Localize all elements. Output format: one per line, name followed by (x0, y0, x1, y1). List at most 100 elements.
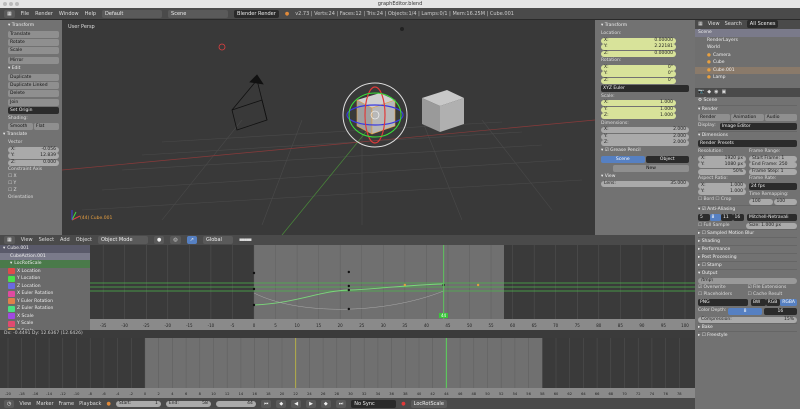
menu-add[interactable]: Add (60, 237, 70, 243)
menu-render[interactable]: Render (35, 11, 53, 17)
vector-y-field[interactable]: Y: 12.839 (8, 153, 59, 159)
compression-slider[interactable]: Compression: 15% (698, 316, 797, 323)
dimensions-z-field[interactable]: Z: 2.000 (601, 140, 689, 146)
translate-button[interactable]: Translate (8, 31, 59, 38)
duplicate-linked-button[interactable]: Duplicate Linked (8, 82, 59, 89)
panel-output[interactable]: ▾ Output (698, 269, 797, 277)
menu-view[interactable]: View (19, 401, 31, 407)
menu-select[interactable]: Select (39, 237, 54, 243)
record-button[interactable]: ● (401, 401, 405, 407)
outliner-tab-search[interactable]: Search (725, 20, 742, 29)
current-frame-indicator[interactable]: 44 (439, 313, 449, 318)
current-frame-field[interactable]: 44 (215, 400, 256, 407)
resolution-y-field[interactable]: Y: 1080 px (698, 162, 746, 168)
set-origin-dropdown[interactable]: Set Origin (8, 107, 59, 114)
location-y-field[interactable]: Y: 2.22181 (601, 44, 676, 50)
end-frame-field[interactable]: End Frame: 250 (749, 162, 797, 168)
audio-button[interactable]: Audio (764, 114, 797, 121)
menu-help[interactable]: Help (85, 11, 96, 17)
pivot-dropdown[interactable]: ◎ (170, 236, 181, 244)
border-checkbox[interactable]: ☐ Bord ☐ Crop (698, 196, 746, 203)
outliner-item-world[interactable]: World (695, 44, 800, 52)
next-keyframe-button[interactable]: ◆ (320, 399, 331, 408)
render-presets-dropdown[interactable]: Render Presets (698, 140, 797, 147)
location-x-field[interactable]: X: 0.00000 (601, 37, 676, 44)
sync-dropdown[interactable]: No Sync (351, 399, 397, 408)
panel-render[interactable]: ▾ Render (698, 105, 797, 113)
3d-viewport[interactable]: User Persp (44) Cube.001 (62, 20, 595, 235)
menu-object[interactable]: Object (76, 237, 92, 243)
panel-bake[interactable]: ▸ Bake (698, 323, 797, 331)
rotation-mode-dropdown[interactable]: XYZ Euler (601, 84, 689, 92)
gp-scene-tab[interactable]: Scene (601, 155, 645, 163)
scale-z-field[interactable]: Z: 1.000 (601, 113, 676, 119)
panel-transform[interactable]: ▾ Transform (601, 22, 689, 30)
gp-new-button[interactable]: New (613, 164, 689, 172)
outliner-display-mode[interactable]: All Scenes (746, 20, 779, 28)
panel-post-processing[interactable]: ▸ Post Processing (698, 253, 797, 261)
outliner-item-cube-001[interactable]: ● Cube.001 (695, 66, 800, 74)
play-button[interactable]: ▶ (306, 399, 316, 408)
duplicate-button[interactable]: Duplicate (8, 74, 59, 81)
menu-playback[interactable]: Playback (79, 401, 101, 407)
world-tab-icon[interactable]: ◉ (714, 88, 718, 97)
aa-samples-11[interactable]: 11 (721, 214, 733, 221)
delete-button[interactable]: Delete (8, 90, 59, 97)
outliner-tab-view[interactable]: View (708, 20, 720, 29)
render-tab-icon[interactable]: 📷 (698, 88, 704, 97)
resolution-x-field[interactable]: X: 1920 px (698, 155, 746, 162)
panel-operator[interactable]: ▾ Translate (3, 131, 59, 139)
object-tab-icon[interactable]: ▣ (721, 88, 726, 97)
color-bw[interactable]: BW (751, 299, 766, 306)
panel-edit[interactable]: ▾ Edit (8, 65, 59, 73)
aa-samples-8[interactable]: 8 (709, 214, 721, 221)
prev-keyframe-button[interactable]: ◆ (276, 399, 287, 408)
gp-object-tab[interactable]: Object (645, 155, 689, 163)
channel-group[interactable]: ▾ LocRotScale (0, 260, 90, 268)
editor-type-icon[interactable]: ▦ (4, 9, 15, 18)
rotation-y-field[interactable]: Y: 0° (601, 71, 676, 77)
preview-range-icon[interactable]: ● (106, 401, 110, 407)
cache-result-checkbox[interactable]: ☐ Cache Result (748, 291, 798, 298)
smooth-button[interactable]: Smooth (8, 123, 33, 130)
location-z-field[interactable]: Z: 0.00000 (601, 50, 676, 57)
panel-sampled-motion-blur[interactable]: ▸ ☐ Sampled Motion Blur (698, 229, 797, 237)
panel-grease-pencil[interactable]: ▾ ☑ Grease Pencil (601, 147, 689, 155)
channel-action[interactable]: CubeAction.001 (0, 252, 90, 260)
remap-new-field[interactable]: 100 (773, 198, 797, 205)
aa-size-field[interactable]: Size: 1.000 px (746, 222, 797, 229)
graph-editor-area[interactable]: -35 -30 -25 -20 -15 -10 -5 0 5 10 15 20 25 30 35 40 45 50… (90, 245, 695, 330)
keying-set-field[interactable]: LocRotScale (410, 399, 447, 408)
remap-old-field[interactable]: 100 (749, 198, 773, 205)
channel-curve[interactable]: Z Location (0, 283, 90, 291)
window-controls[interactable] (3, 2, 19, 6)
menu-frame[interactable]: Frame (59, 401, 75, 407)
start-frame-field[interactable]: Start Frame: 1 (749, 155, 797, 162)
color-depth-8[interactable]: 8 (728, 308, 762, 315)
channel-curve[interactable]: Z Euler Rotation (0, 305, 90, 313)
layers-grid[interactable]: ▪▪▪▪▪ (239, 237, 252, 243)
scale-button[interactable]: Scale (8, 47, 59, 54)
aa-samples-16[interactable]: 16 (732, 214, 744, 221)
outliner-item-cube[interactable]: ● Cube (695, 59, 800, 67)
outliner-editor-icon[interactable]: ▦ (698, 20, 703, 29)
constraint-y-checkbox[interactable]: ☐ Y (8, 180, 59, 187)
viewport-shading-dropdown[interactable]: ● (154, 236, 165, 244)
color-rgba[interactable]: RGBA (780, 299, 797, 306)
aa-filter-dropdown[interactable]: Mitchell-Netravali (747, 214, 797, 221)
resolution-percentage-slider[interactable]: 50% (698, 168, 746, 175)
jump-end-button[interactable]: ⏭ (335, 399, 347, 408)
outliner-item-lamp[interactable]: ● Lamp (695, 74, 800, 82)
aa-samples-5[interactable]: 5 (698, 214, 710, 221)
play-reverse-button[interactable]: ◀ (291, 399, 302, 408)
mode-dropdown[interactable]: Object Mode (98, 236, 149, 244)
channel-object[interactable]: ▾ Cube.001 (0, 245, 90, 253)
color-depth-16[interactable]: 16 (763, 308, 797, 315)
dimensions-y-field[interactable]: Y: 2.000 (601, 133, 689, 140)
menu-window[interactable]: Window (59, 11, 79, 17)
panel-freestyle[interactable]: ▸ ☐ Freestyle (698, 331, 797, 339)
menu-view[interactable]: View (21, 237, 33, 243)
panel-anti-aliasing[interactable]: ▾ ☑ Anti-Aliasing (698, 205, 797, 213)
menu-marker[interactable]: Marker (36, 401, 53, 407)
outliner-item-renderlayers[interactable]: RenderLayers (695, 37, 800, 45)
